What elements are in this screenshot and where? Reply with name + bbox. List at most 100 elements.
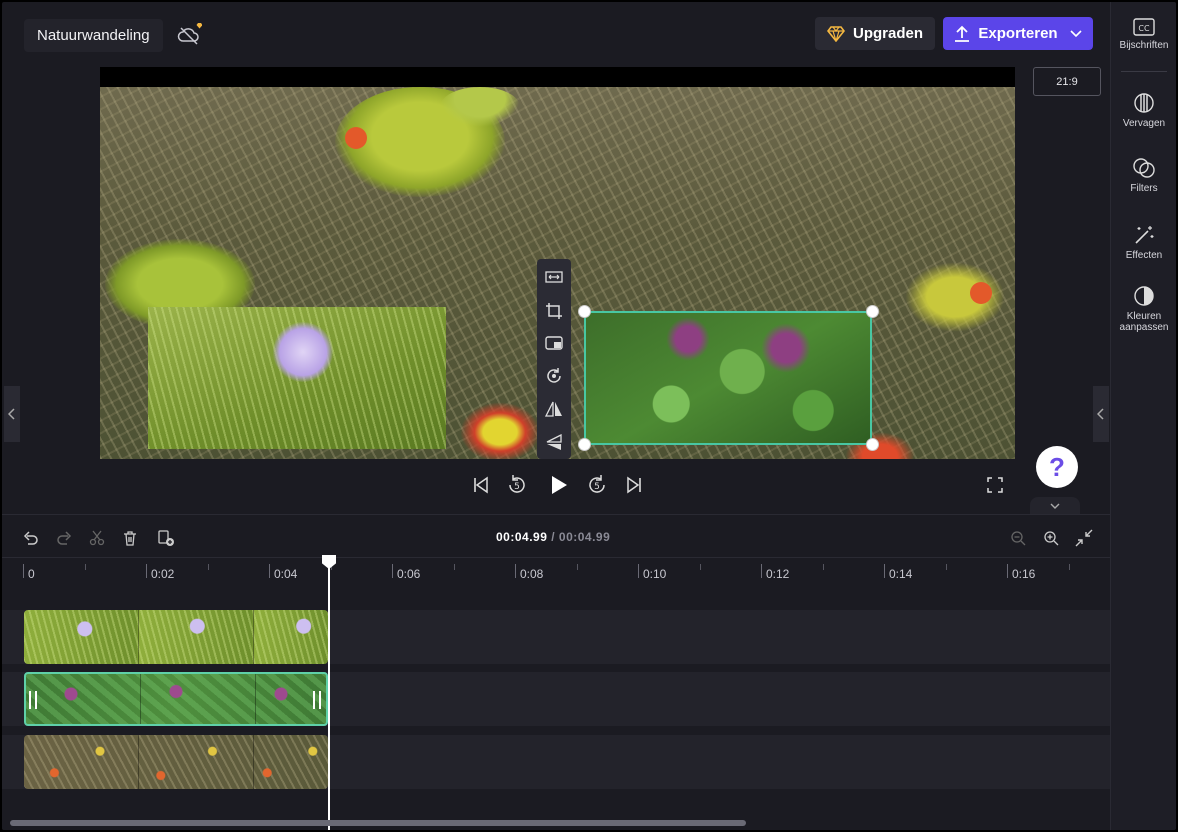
floating-toolbar [537,259,571,459]
trim-handle-left[interactable] [29,691,37,709]
collapse-arrows-icon [1075,529,1093,547]
zoom-out-icon [1011,531,1026,546]
time-separator: / [547,530,559,544]
sidebar-item-captions[interactable]: CC Bijschriften [1111,18,1176,51]
rotate-icon[interactable] [542,364,566,388]
cloud-offline-icon[interactable] [176,22,203,48]
berry [345,127,367,149]
adjust-colors-icon [1134,286,1154,306]
split-button[interactable] [86,527,108,549]
timeline-track-1[interactable] [2,610,1110,664]
plant-clip-selected[interactable] [24,672,328,726]
chevron-left-icon [8,408,15,420]
ruler-tick [946,564,947,570]
ruler-tick [761,564,762,578]
timeline-scrollbar-thumb[interactable] [10,820,746,826]
meadow-flowers-clip[interactable] [24,735,328,789]
effects-icon [1135,226,1154,244]
skip-to-start-button[interactable] [468,472,494,498]
resize-handle-top-right[interactable] [866,305,879,318]
ruler-tick [515,564,516,578]
project-title-label: Natuurwandeling [37,27,150,44]
forward-5-icon: 5 [589,475,605,493]
clip-frame-divider [140,674,141,724]
resize-handle-bottom-left[interactable] [578,438,591,451]
ruler-label: 0:10 [643,567,667,581]
fit-icon[interactable] [542,265,566,289]
grass-flower-clip[interactable] [24,610,328,664]
delete-button[interactable] [119,527,141,549]
ruler-tick [638,564,639,578]
sidebar-item-label: Vervagen [1122,118,1166,129]
play-icon [552,476,567,494]
resize-handle-bottom-right[interactable] [866,438,879,451]
overlay-plant-clip-selected[interactable] [584,311,872,445]
total-time: 00:04.99 [558,530,611,544]
zoom-out-button[interactable] [1007,527,1029,549]
project-title[interactable]: Natuurwandeling [24,19,163,52]
ruler-tick [85,564,86,570]
sidebar-divider [1121,71,1167,72]
trim-handle-right[interactable] [313,691,321,709]
undo-button[interactable] [20,527,42,549]
picture-in-picture-icon[interactable] [542,331,566,355]
time-ruler[interactable]: 0 0:02 0:04 0:06 0:08 0:10 0:12 0:14 0:1 [2,557,1110,583]
skip-forward-icon [627,476,641,494]
flip-horizontal-icon[interactable] [542,397,566,421]
chevron-left-icon [1097,408,1104,420]
ruler-label: 0 [28,567,35,581]
fullscreen-button[interactable] [982,472,1008,498]
rewind-5s-button[interactable]: 5 [504,472,530,498]
duplicate-icon [158,530,174,546]
purple-flower [666,317,710,361]
rewind-5-icon: 5 [509,475,525,493]
svg-text:CC: CC [1138,24,1150,33]
help-button[interactable]: ? [1036,446,1078,488]
redo-button[interactable] [53,527,75,549]
chevron-down-icon [1050,503,1060,509]
scissors-icon [89,530,105,546]
collapse-timeline-toggle[interactable] [1030,497,1080,515]
skip-to-end-button[interactable] [621,472,647,498]
sidebar-item-adjust-colors[interactable]: Kleuren aanpassen [1111,285,1176,333]
berry [970,282,992,304]
aspect-ratio-button[interactable]: 21:9 [1033,67,1101,96]
svg-text:5: 5 [594,482,600,492]
fit-timeline-button[interactable] [1073,527,1095,549]
ruler-tick [1007,564,1008,578]
berry-cluster [440,87,520,127]
zoom-in-icon [1044,531,1059,546]
flip-vertical-icon[interactable] [542,430,566,454]
left-panel-toggle[interactable] [4,386,20,442]
sidebar-item-fade[interactable]: Vervagen [1111,92,1176,129]
ruler-tick [823,564,824,570]
fade-icon [1134,93,1154,113]
ruler-label: 0:16 [1012,567,1036,581]
ruler-label: 0:12 [766,567,790,581]
video-editor: Natuurwandeling Upgraden Exporteren 21:9… [2,2,1176,830]
resize-handle-top-left[interactable] [578,305,591,318]
ruler-label: 0:02 [151,567,175,581]
ruler-tick [577,564,578,570]
play-button[interactable] [546,472,572,498]
right-panel-toggle[interactable] [1093,386,1109,442]
sidebar-item-filters[interactable]: Filters [1111,157,1176,194]
duplicate-button[interactable] [155,527,177,549]
ruler-tick [392,564,393,578]
ruler-tick [884,564,885,578]
purple-flower [761,323,811,373]
redo-icon [57,531,72,545]
overlay-grass-clip[interactable] [148,307,446,449]
upgrade-button[interactable]: Upgraden [815,17,935,50]
export-button[interactable]: Exporteren [943,17,1093,50]
crop-icon[interactable] [542,299,566,323]
playhead[interactable] [328,556,330,830]
timeline-track-3[interactable] [2,735,1110,789]
forward-5s-button[interactable]: 5 [584,472,610,498]
zoom-in-button[interactable] [1040,527,1062,549]
timeline-track-2[interactable] [2,672,1110,726]
clip-frame-divider [138,610,139,664]
sidebar-item-effects[interactable]: Effecten [1111,224,1176,261]
export-label: Exporteren [978,25,1058,42]
current-time: 00:04.99 [496,530,548,544]
